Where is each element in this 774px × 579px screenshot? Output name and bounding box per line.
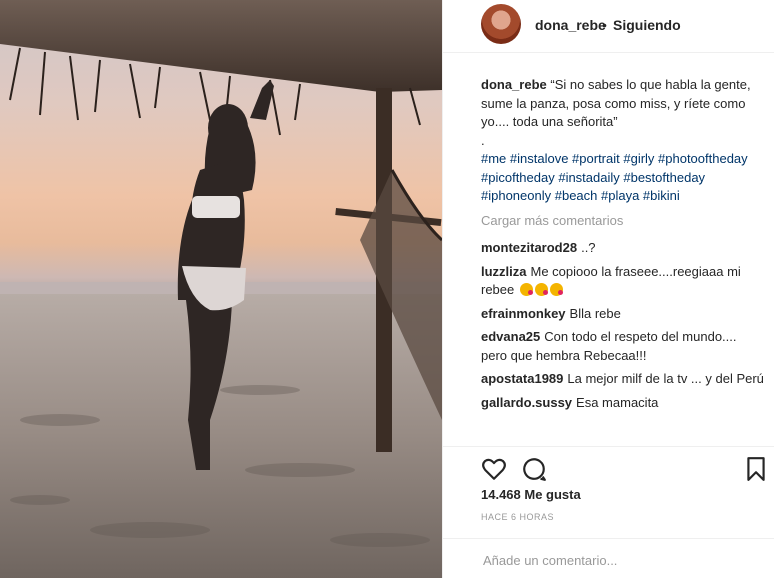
- avatar[interactable]: [481, 4, 521, 44]
- kiss-emoji-icon: [534, 283, 548, 296]
- comment-item: edvana25 Con todo el respeto del mundo...…: [481, 328, 766, 365]
- header-username[interactable]: dona_rebe: [535, 17, 606, 33]
- add-comment-bar: [443, 538, 774, 579]
- comment-text: La mejor milf de la tv ... y del Perú: [567, 371, 764, 386]
- comment-text: ..?: [581, 240, 596, 255]
- panel-divider: [442, 0, 443, 578]
- caption-username[interactable]: dona_rebe: [481, 77, 547, 92]
- comment-item: apostata1989 La mejor milf de la tv ... y…: [481, 370, 766, 389]
- action-bar: [443, 446, 774, 487]
- comment-text: Esa mamacita: [576, 394, 659, 410]
- comment-username[interactable]: luzzliza: [481, 264, 527, 279]
- kiss-emoji-icon: [519, 283, 533, 296]
- post-timestamp[interactable]: HACE 6 HORAS: [481, 512, 554, 522]
- comment-input[interactable]: [481, 549, 765, 571]
- comment-username[interactable]: gallardo.sussy: [481, 395, 572, 410]
- comment-item: montezitarod28..?: [481, 239, 766, 258]
- comment-item: luzzliza Me copiooo la fraseee....reegiaa…: [481, 263, 766, 300]
- comment-icon[interactable]: [521, 456, 547, 482]
- bookmark-icon[interactable]: [743, 456, 769, 482]
- post-photo: [0, 0, 442, 578]
- comment-username[interactable]: efrainmonkey: [481, 306, 566, 321]
- comment-username[interactable]: montezitarod28: [481, 240, 577, 255]
- beach-photo-illustration: [0, 0, 442, 578]
- comment-item: efrainmonkey Blla rebe: [481, 305, 766, 324]
- comment-username[interactable]: edvana25: [481, 329, 540, 344]
- comments-list[interactable]: dona_rebe “Si no sabes lo que habla la g…: [481, 76, 766, 442]
- comment-username[interactable]: apostata1989: [481, 371, 563, 386]
- comment-text: Blla rebe: [569, 305, 621, 321]
- caption-hashtags[interactable]: #me #instalove #portrait #girly #photoof…: [481, 151, 748, 203]
- kiss-emoji-icon: [549, 283, 563, 296]
- caption: dona_rebe “Si no sabes lo que habla la g…: [481, 76, 766, 206]
- following-button[interactable]: Siguiendo: [613, 17, 681, 33]
- likes-count[interactable]: 14.468 Me gusta: [481, 487, 581, 502]
- caption-dot: .: [481, 132, 485, 148]
- post-header: dona_rebe • Siguiendo: [443, 0, 774, 53]
- heart-icon[interactable]: [481, 456, 507, 482]
- load-more-comments-link[interactable]: Cargar más comentarios: [481, 212, 766, 231]
- comment-item: gallardo.sussy Esa mamacita: [481, 394, 766, 413]
- header-separator: •: [602, 17, 607, 33]
